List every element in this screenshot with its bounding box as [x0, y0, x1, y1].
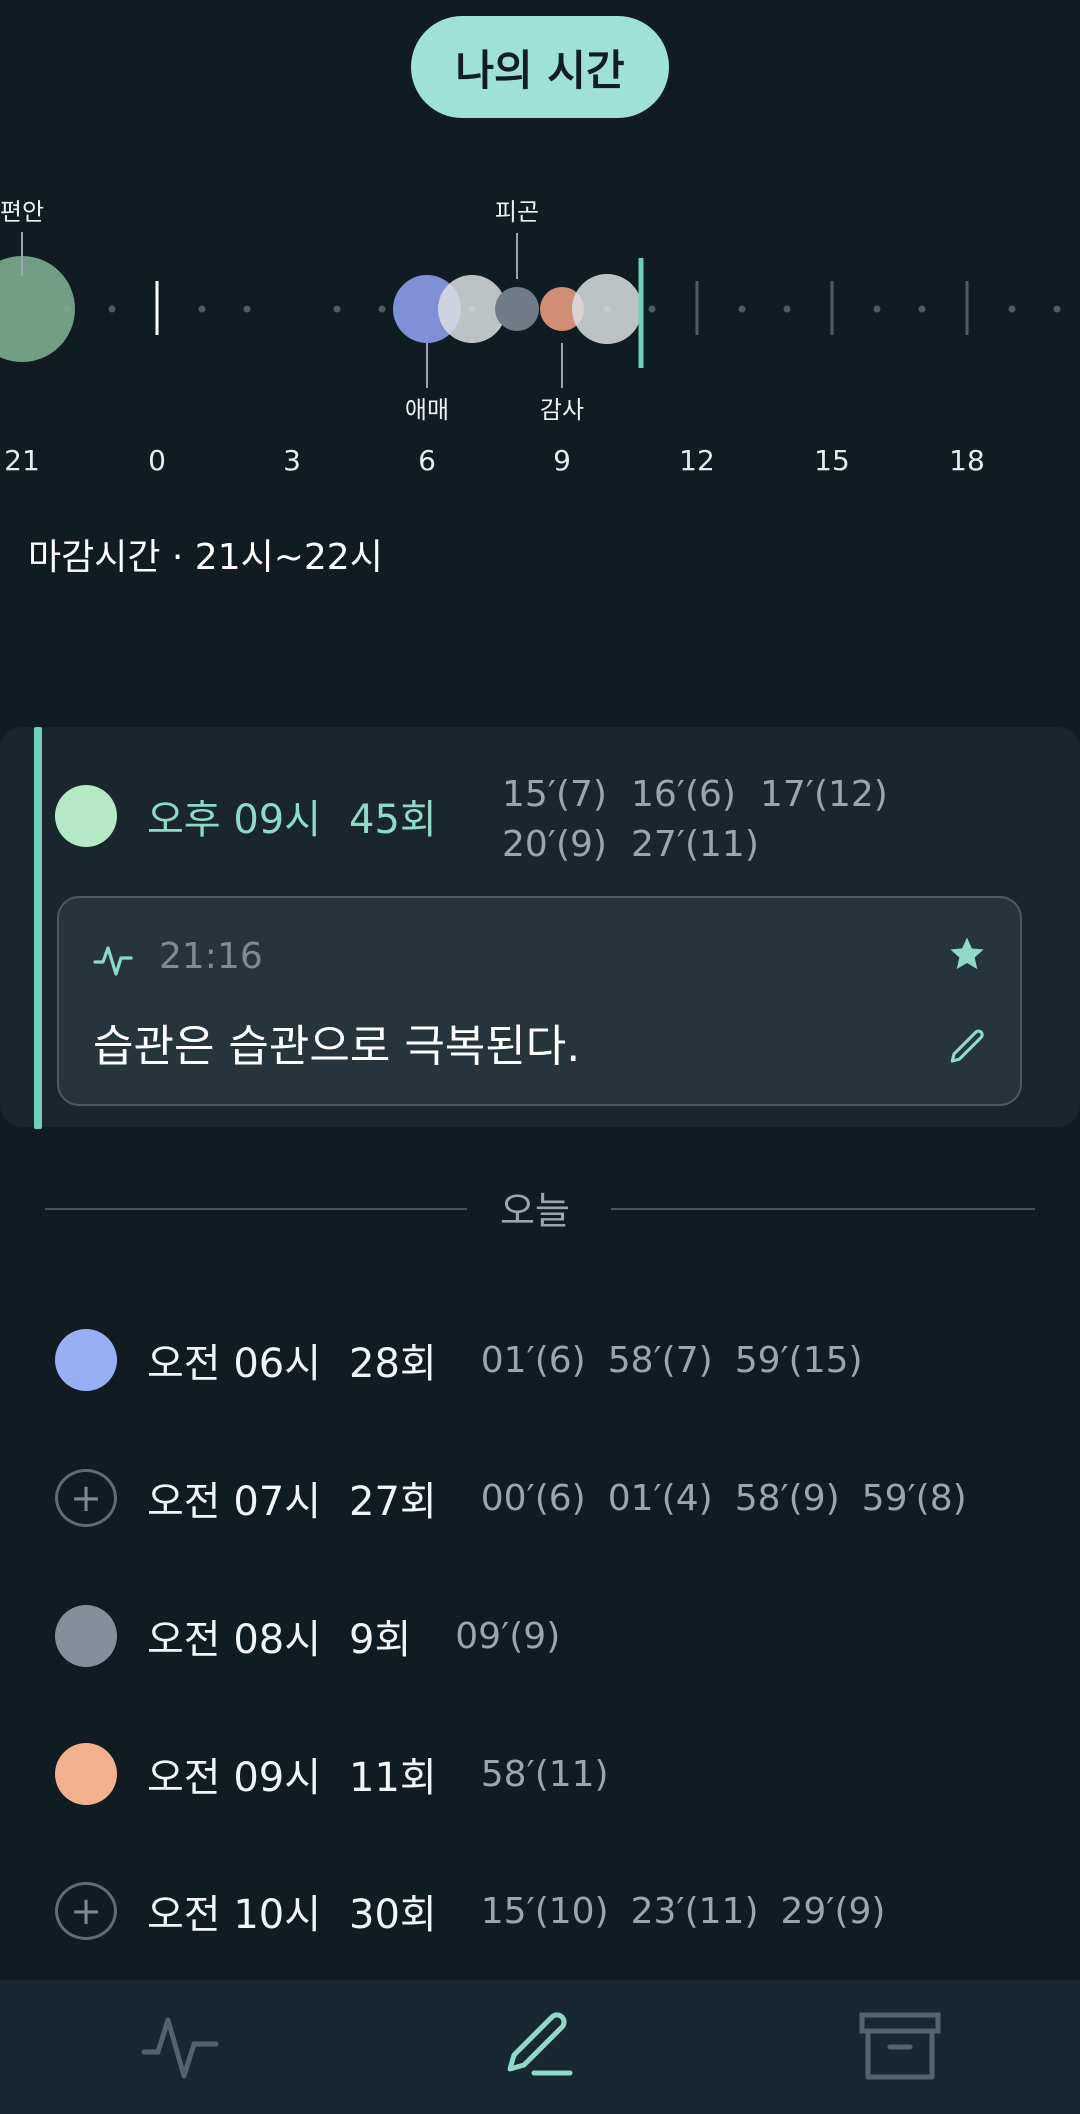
divider-left — [45, 1208, 467, 1210]
hour-row[interactable]: + 오전 07시 27회 00′(6) 01′(4) 58′(9) 59′(8) — [55, 1466, 989, 1530]
hour-row[interactable]: + 오전 10시 30회 15′(10) 23′(11) 29′(9) — [55, 1879, 907, 1943]
minute-entry: 01′(4) — [607, 1477, 713, 1519]
timeline-dot — [918, 305, 926, 313]
timeline-dot — [738, 305, 746, 313]
row-time: 오전 08시 — [147, 1617, 322, 1663]
row-minutes: 00′(6) 01′(4) 58′(9) 59′(8) — [481, 1478, 989, 1519]
edit-icon[interactable] — [947, 1026, 989, 1068]
row-time: 오전 09시 — [147, 1755, 322, 1801]
tick-label: 15 — [814, 444, 850, 477]
row-count: 9회 — [349, 1617, 412, 1663]
today-label: 오늘 — [500, 1189, 570, 1233]
minute-entry: 15′(10) — [480, 1890, 609, 1932]
tick-label: 3 — [283, 444, 301, 477]
memo-text: 습관은 습관으로 극복된다. — [93, 1021, 581, 1072]
minute-entry: 58′(9) — [734, 1477, 840, 1519]
minute-entry: 00′(6) — [480, 1477, 586, 1519]
mood-dot — [55, 1329, 117, 1391]
row-time: 오전 10시 — [147, 1892, 322, 1938]
minute-entry: 20′(9) — [502, 824, 607, 865]
pencil-icon — [507, 2012, 573, 2076]
timeline-dot — [333, 305, 341, 313]
timeline-dot — [108, 305, 116, 313]
divider-right — [611, 1208, 1035, 1210]
hour-row[interactable]: 오전 08시 9회 09′(9) — [55, 1604, 582, 1668]
mood-bubble — [0, 256, 75, 362]
add-icon[interactable]: + — [55, 1882, 117, 1940]
mood-dot — [55, 1605, 117, 1667]
nav-write[interactable] — [440, 1980, 640, 2114]
mood-dot — [55, 785, 117, 847]
row-minutes: 15′(10) 23′(11) 29′(9) — [481, 1891, 908, 1932]
tick-label: 0 — [148, 444, 166, 477]
mood-bubble — [572, 274, 642, 344]
timeline-dot — [648, 305, 656, 313]
tick-label: 12 — [679, 444, 715, 477]
label-thanks: 감사 — [540, 396, 584, 424]
timeline-dot — [198, 305, 206, 313]
minute-entry: 23′(11) — [630, 1890, 759, 1932]
timeline-dot — [1053, 305, 1061, 313]
nav-activity[interactable] — [80, 1980, 280, 2114]
tick-label: 18 — [949, 444, 985, 477]
focus-time: 오후 09시 — [147, 797, 322, 843]
minute-entry: 58′(11) — [480, 1753, 609, 1795]
add-icon[interactable]: + — [55, 1469, 117, 1527]
row-time: 오전 06시 — [147, 1341, 322, 1387]
focus-indicator — [34, 727, 42, 1129]
bottom-nav — [0, 1980, 1080, 2114]
tick-label: 9 — [553, 444, 571, 477]
row-count: 28회 — [349, 1341, 437, 1387]
row-minutes: 58′(11) — [481, 1754, 631, 1795]
activity-icon — [93, 946, 133, 976]
minute-entry: 16′(6) — [630, 774, 736, 815]
focus-minutes: 15′(7) 16′(6) 17′(12) 20′(9) 27′(11) — [502, 770, 1022, 870]
timeline-dot — [243, 305, 251, 313]
row-count: 27회 — [349, 1479, 437, 1525]
row-minutes: 09′(9) — [455, 1616, 582, 1657]
timeline-dot — [783, 305, 791, 313]
archive-icon — [859, 2012, 941, 2080]
mood-dot — [55, 1743, 117, 1805]
minute-entry: 29′(9) — [780, 1890, 886, 1932]
hour-row[interactable]: 오전 06시 28회 01′(6) 58′(7) 59′(15) — [55, 1328, 885, 1392]
focus-count: 45회 — [349, 797, 437, 843]
activity-icon — [141, 2017, 219, 2079]
memo-card[interactable]: 21:16 습관은 습관으로 극복된다. — [57, 896, 1022, 1106]
row-count: 30회 — [349, 1892, 437, 1938]
minute-entry: 01′(6) — [480, 1339, 586, 1381]
row-count: 11회 — [349, 1755, 437, 1801]
timeline-dot — [873, 305, 881, 313]
minute-entry: 17′(12) — [759, 774, 888, 815]
minute-entry: 27′(11) — [630, 824, 759, 865]
row-time: 오전 07시 — [147, 1479, 322, 1525]
mood-bubble — [495, 287, 539, 331]
minute-entry: 15′(7) — [502, 774, 607, 815]
page-title[interactable]: 나의 시간 — [411, 16, 669, 118]
minute-entry: 59′(8) — [861, 1477, 967, 1519]
minute-entry: 58′(7) — [607, 1339, 713, 1381]
row-minutes: 01′(6) 58′(7) 59′(15) — [481, 1340, 885, 1381]
deadline-text: 마감시간 · 21시~22시 — [28, 537, 383, 578]
label-fatigue: 피곤 — [495, 198, 539, 226]
star-icon[interactable] — [947, 934, 987, 974]
tick-label: 21 — [4, 444, 40, 477]
timeline-dot — [378, 305, 386, 313]
label-comfort: 편안 — [0, 198, 44, 226]
minute-entry: 59′(15) — [734, 1339, 863, 1381]
tick-label: 6 — [418, 444, 436, 477]
hour-row[interactable]: 오전 09시 11회 58′(11) — [55, 1742, 631, 1806]
mood-timeline: 편안 피곤애매 감사 21 0 3 6 9 12 15 18 — [0, 198, 1061, 477]
timeline-dot — [1008, 305, 1016, 313]
label-ambiguous: 애매 — [405, 396, 449, 424]
memo-time: 21:16 — [159, 936, 263, 977]
minute-entry: 09′(9) — [455, 1615, 561, 1657]
nav-archive[interactable] — [800, 1980, 1000, 2114]
focus-hour-row[interactable]: 오후 09시 45회 — [55, 784, 437, 848]
